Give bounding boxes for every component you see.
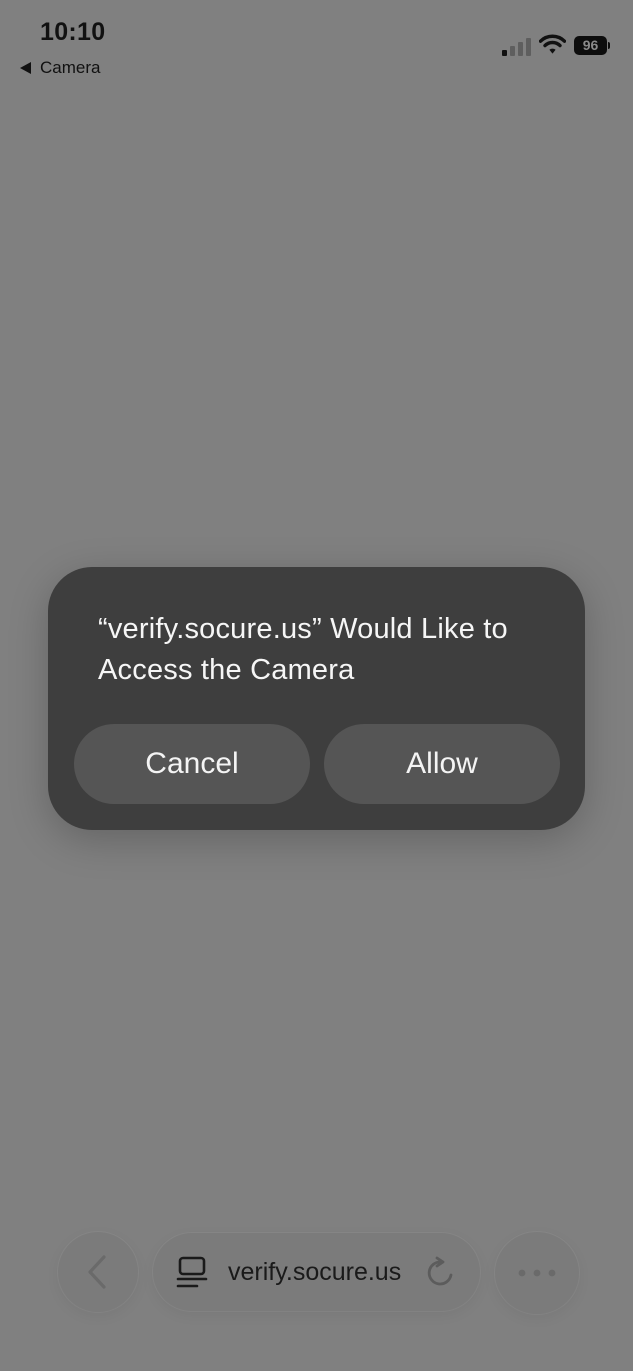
allow-button[interactable]: Allow bbox=[324, 724, 560, 804]
more-options-button[interactable] bbox=[495, 1232, 579, 1314]
url-text: verify.socure.us bbox=[228, 1258, 402, 1286]
page-menu-icon[interactable] bbox=[175, 1255, 209, 1289]
status-bar: 10:10 Camera 96 bbox=[0, 0, 633, 90]
camera-permission-dialog: “verify.socure.us” Would Like to Access … bbox=[48, 567, 585, 830]
more-icon bbox=[518, 1269, 556, 1277]
cellular-signal-icon bbox=[502, 38, 531, 56]
address-bar[interactable]: verify.socure.us bbox=[153, 1233, 480, 1311]
battery-level: 96 bbox=[574, 36, 607, 55]
cancel-button[interactable]: Cancel bbox=[74, 724, 310, 804]
reload-icon[interactable] bbox=[424, 1256, 458, 1290]
browser-back-button[interactable] bbox=[58, 1232, 138, 1312]
back-to-app-label: Camera bbox=[40, 58, 101, 77]
back-triangle-icon bbox=[20, 62, 31, 74]
chevron-left-icon bbox=[88, 1255, 106, 1289]
battery-tip bbox=[608, 42, 610, 49]
back-to-app-link[interactable]: Camera bbox=[20, 58, 100, 78]
wifi-icon bbox=[539, 34, 566, 54]
dialog-title: “verify.socure.us” Would Like to Access … bbox=[98, 613, 508, 686]
battery-indicator: 96 bbox=[574, 36, 610, 55]
status-time: 10:10 bbox=[40, 18, 106, 46]
